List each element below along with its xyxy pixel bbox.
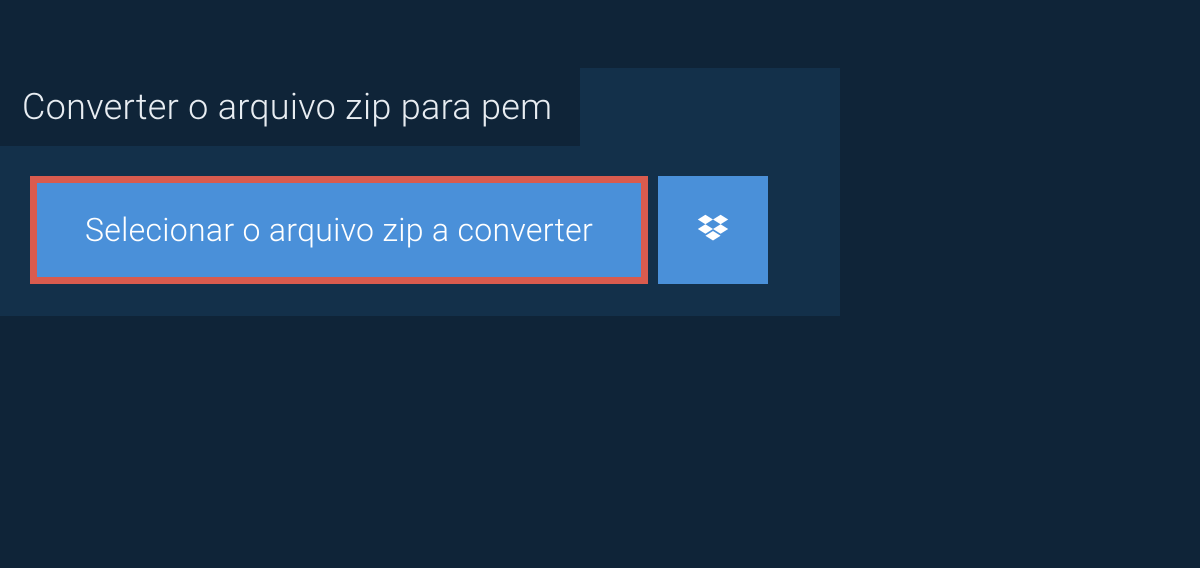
dropbox-button[interactable] <box>658 176 768 284</box>
dropbox-icon <box>694 211 732 249</box>
page-title: Converter o arquivo zip para pem <box>22 86 552 128</box>
converter-panel: Converter o arquivo zip para pem Selecio… <box>0 68 840 316</box>
title-bar: Converter o arquivo zip para pem <box>0 68 580 146</box>
select-file-button-label: Selecionar o arquivo zip a converter <box>85 211 593 249</box>
button-row: Selecionar o arquivo zip a converter <box>0 146 840 284</box>
select-file-button[interactable]: Selecionar o arquivo zip a converter <box>30 176 648 284</box>
